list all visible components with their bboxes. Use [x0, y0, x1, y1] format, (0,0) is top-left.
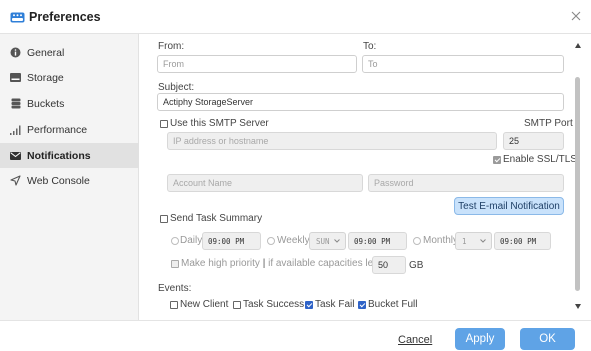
monthly-label: Monthly [423, 235, 459, 246]
event-task-success-label: Task Success [243, 299, 305, 310]
ssl-label: Enable SSL/TLS [503, 154, 577, 165]
apply-button[interactable]: Apply [455, 328, 505, 350]
smtp-checkbox[interactable] [160, 120, 168, 128]
weekly-time-input[interactable] [348, 232, 407, 250]
high-priority-cursor: | [262, 258, 266, 269]
smtp-host-input[interactable] [167, 132, 497, 150]
sidebar-item-buckets[interactable]: Buckets [0, 91, 139, 116]
smtp-port-input[interactable] [503, 132, 564, 150]
ok-button[interactable]: OK [520, 328, 575, 350]
signal-bars-icon [9, 124, 22, 136]
notifications-panel: From: To: Subject: Use this SMTP Server … [140, 34, 578, 320]
task-summary-label: Send Task Summary [170, 213, 263, 224]
window-title: Preferences [29, 10, 101, 24]
event-bucket-full-checkbox[interactable] [358, 301, 366, 309]
ssl-checkbox[interactable] [493, 156, 501, 164]
from-input[interactable] [157, 55, 357, 73]
bucket-icon [9, 98, 22, 110]
high-priority-label-text: Make high priority [181, 258, 260, 269]
envelope-icon [9, 150, 22, 162]
monthly-day-value: 1 [462, 236, 467, 246]
subject-label: Subject: [158, 82, 195, 93]
to-label: To: [363, 41, 377, 52]
event-task-fail-label: Task Fail [315, 299, 355, 310]
from-label: From: [158, 41, 185, 52]
scroll-up-arrow-icon[interactable] [575, 43, 581, 48]
sidebar-item-label: Notifications [27, 149, 91, 162]
event-task-fail-checkbox[interactable] [305, 301, 313, 309]
scrollbar-thumb[interactable] [575, 77, 580, 291]
high-priority-value-input[interactable] [372, 256, 406, 274]
sidebar-item-label: Web Console [27, 174, 90, 187]
scroll-down-arrow-icon[interactable] [575, 304, 581, 309]
sidebar-item-label: Performance [27, 123, 88, 136]
sidebar-item-label: Buckets [27, 97, 65, 110]
to-input[interactable] [362, 55, 564, 73]
event-task-success-checkbox[interactable] [233, 301, 241, 309]
events-label: Events: [158, 283, 192, 294]
daily-label: Daily [180, 235, 203, 246]
sidebar-item-web-console[interactable]: Web Console [0, 168, 139, 193]
event-bucket-full-label: Bucket Full [368, 299, 418, 310]
weekly-day-value: SUN [316, 236, 330, 246]
account-name-input[interactable] [167, 174, 363, 192]
sidebar-item-label: Storage [27, 71, 64, 84]
sidebar-item-general[interactable]: General [0, 40, 139, 65]
web-console-icon [9, 175, 22, 187]
sidebar: General Storage Buckets Performance Noti… [0, 34, 139, 320]
weekly-radio[interactable] [267, 237, 275, 245]
sidebar-item-label: General [27, 46, 65, 59]
password-input[interactable] [368, 174, 564, 192]
daily-time-input[interactable] [202, 232, 261, 250]
event-new-client-label: New Client [180, 299, 229, 310]
close-icon[interactable] [571, 11, 581, 21]
sidebar-item-notifications[interactable]: Notifications [0, 143, 139, 168]
title-bar: Preferences [0, 0, 591, 34]
high-priority-unit: GB [409, 260, 424, 271]
smtp-label: Use this SMTP Server [170, 118, 269, 129]
chevron-down-icon [334, 239, 340, 243]
storage-server-icon [10, 12, 25, 23]
event-new-client-checkbox[interactable] [170, 301, 178, 309]
smtp-port-label: SMTP Port [524, 118, 573, 129]
weekly-label: Weekly [277, 235, 310, 246]
sidebar-item-storage[interactable]: Storage [0, 65, 139, 90]
monthly-radio[interactable] [413, 237, 421, 245]
info-icon [9, 47, 22, 59]
subject-input[interactable] [157, 93, 564, 111]
test-email-button[interactable]: Test E-mail Notification [454, 197, 564, 215]
weekly-day-select[interactable]: SUN [309, 232, 346, 250]
high-priority-checkbox[interactable] [171, 260, 179, 268]
monthly-day-select[interactable]: 1 [455, 232, 492, 250]
sidebar-item-performance[interactable]: Performance [0, 117, 139, 142]
chevron-down-icon [480, 239, 486, 243]
monthly-time-input[interactable] [494, 232, 551, 250]
cancel-link[interactable]: Cancel [398, 334, 432, 346]
storage-icon [9, 72, 22, 84]
task-summary-checkbox[interactable] [160, 215, 168, 223]
daily-radio[interactable] [171, 237, 179, 245]
